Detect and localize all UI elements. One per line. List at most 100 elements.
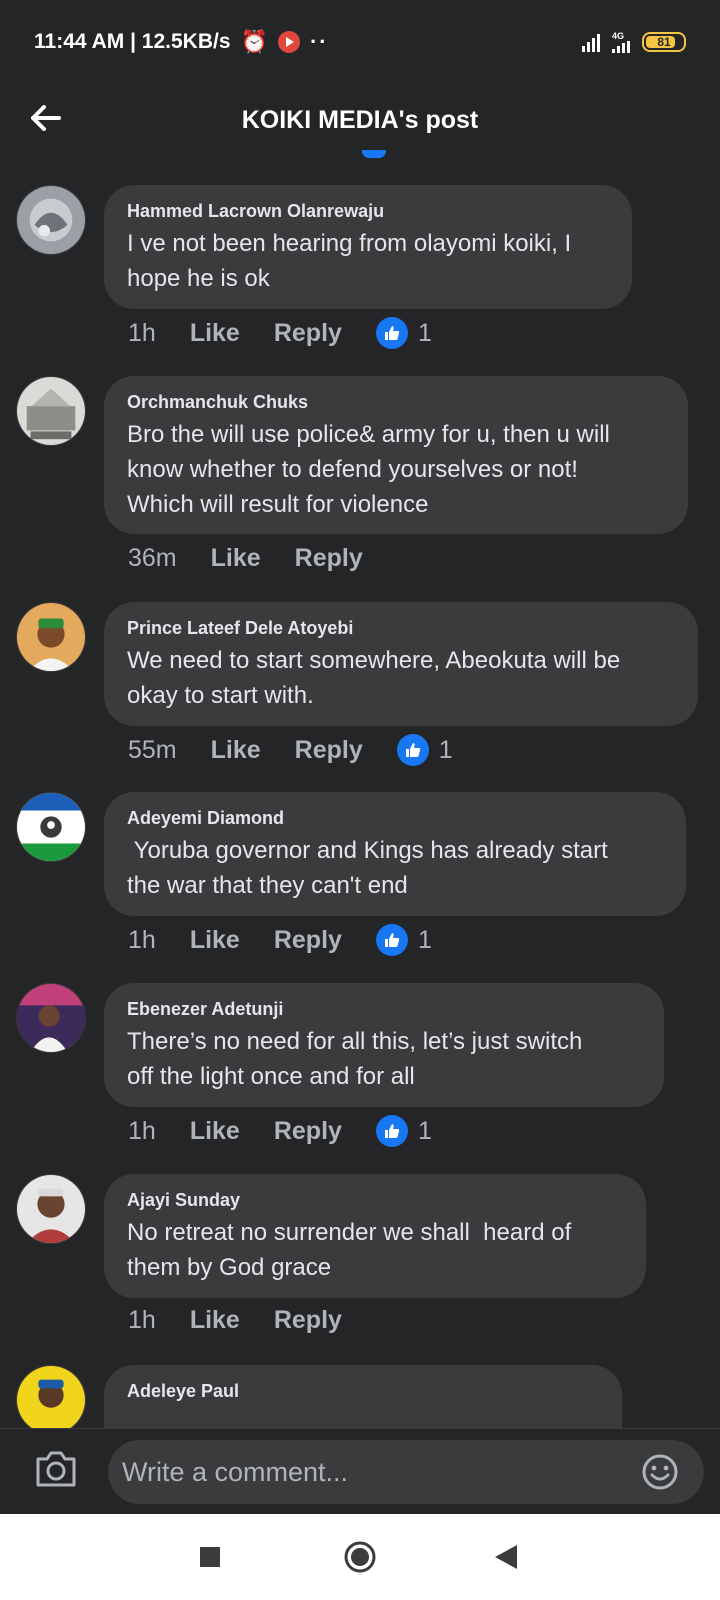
avatar[interactable] [16,983,86,1053]
avatar[interactable] [16,376,86,446]
comment-author[interactable]: Orchmanchuk Chuks [127,392,666,413]
comment-text: We need to start somewhere, Abeokuta wil… [127,647,621,709]
comment-bubble[interactable]: Ebenezer Adetunji There’s no need for al… [104,983,664,1107]
camera-icon [36,1451,76,1487]
comment-bubble[interactable]: Adeyemi Diamond Yoruba governor and King… [104,792,686,916]
comment-time[interactable]: 1h [128,319,156,348]
like-button[interactable]: Like [211,736,261,765]
thumbs-up-icon [375,1115,408,1147]
back-nav-button[interactable] [488,1539,524,1575]
home-button[interactable] [342,1539,378,1575]
comment-actions: 55m Like Reply 1 [128,734,453,766]
system-nav-bar [0,1514,720,1600]
comment-author[interactable]: Ajayi Sunday [127,1190,624,1211]
comment-bubble[interactable]: Orchmanchuk Chuks Bro the will use polic… [104,376,688,534]
comment-text: Bro the will use police& army for u, the… [127,421,610,518]
signal-icon [582,32,600,52]
comment-time[interactable]: 1h [128,926,156,955]
comment-input[interactable] [108,1440,704,1504]
like-button[interactable]: Like [211,544,261,573]
comment-composer [0,1428,720,1514]
like-button[interactable]: Like [190,1306,240,1335]
comment-bubble[interactable]: Prince Lateef Dele Atoyebi We need to st… [104,602,698,726]
reply-button[interactable]: Reply [274,1306,342,1335]
reaction-peek [362,150,386,158]
camera-button[interactable] [34,1449,78,1489]
reaction-count[interactable]: 1 [375,924,432,956]
post-header: KOIKI MEDIA's post [0,84,720,156]
avatar-image [17,186,85,254]
comment-author[interactable]: Hammed Lacrown Olanrewaju [127,201,610,222]
smiley-icon [642,1454,678,1490]
screen-record-icon [277,31,300,53]
avatar[interactable] [16,185,86,255]
comment-time[interactable]: 55m [128,736,177,765]
recents-button[interactable] [192,1539,228,1575]
reaction-number: 1 [417,925,432,954]
avatar-image [17,377,85,445]
thumbs-up-icon [375,317,408,349]
comment-actions: 1h Like Reply 1 [128,1115,432,1147]
reaction-number: 1 [417,318,432,347]
comment-text: I ve not been hearing from olayomi koiki… [127,230,572,292]
circle-icon [344,1541,376,1573]
comment-author[interactable]: Adeyemi Diamond [127,808,664,829]
avatar[interactable] [16,602,86,672]
comment-bubble[interactable]: Hammed Lacrown Olanrewaju I ve not been … [104,185,632,309]
reply-button[interactable]: Reply [295,736,363,765]
reaction-number: 1 [417,1116,432,1145]
battery-icon: 81 [642,32,686,52]
avatar-image [17,1175,85,1243]
network-type: 4G [612,30,625,41]
comment-actions: 1h Like Reply 1 [128,924,432,956]
status-bar: 11:44 AM | 12.5KB/s ⏰ ·· 4G 81 [0,0,720,84]
avatar-image [17,603,85,671]
avatar[interactable] [16,792,86,862]
comment-actions: 1h Like Reply 1 [128,317,432,349]
comment-actions: 1h Like Reply [128,1306,376,1335]
status-right: 4G 81 [582,30,686,53]
reaction-count[interactable]: 1 [375,317,432,349]
battery-level: 81 [657,35,671,49]
avatar-image [17,1366,85,1428]
reply-button[interactable]: Reply [295,544,363,573]
comment-actions: 36m Like Reply [128,544,397,573]
thumbs-up-icon [375,924,408,956]
reaction-number: 1 [438,735,453,764]
reply-button[interactable]: Reply [274,926,342,955]
reply-button[interactable]: Reply [274,319,342,348]
comment-author[interactable]: Ebenezer Adetunji [127,999,642,1020]
comment-bubble[interactable]: Adeleye Paul [104,1365,622,1428]
avatar[interactable] [16,1365,86,1428]
alarm-clock-icon: ⏰ [240,29,268,54]
arrow-left-icon [31,105,61,131]
like-button[interactable]: Like [190,926,240,955]
avatar[interactable] [16,1174,86,1244]
comment-time[interactable]: 1h [128,1117,156,1146]
page-title: KOIKI MEDIA's post [241,105,479,134]
reaction-count[interactable]: 1 [396,734,453,766]
comment-text: There’s no need for all this, let’s just… [127,1028,583,1090]
like-button[interactable]: Like [190,1117,240,1146]
triangle-back-icon [495,1545,517,1569]
comment-author[interactable]: Prince Lateef Dele Atoyebi [127,618,676,639]
reaction-count[interactable]: 1 [375,1115,432,1147]
more-notifications-icon: ·· [309,29,329,54]
back-button[interactable] [26,98,66,138]
comments-list[interactable]: Hammed Lacrown Olanrewaju I ve not been … [0,160,720,1428]
signal-icon-2 [612,40,630,53]
avatar-image [17,793,85,861]
comment-author[interactable]: Adeleye Paul [127,1381,600,1402]
comment-time[interactable]: 36m [128,544,177,573]
status-time-speed: 11:44 AM | 12.5KB/s [34,30,231,53]
comment-time[interactable]: 1h [128,1306,156,1335]
status-left: 11:44 AM | 12.5KB/s ⏰ ·· [34,29,329,55]
emoji-button[interactable] [641,1453,679,1491]
like-button[interactable]: Like [190,319,240,348]
comment-text: No retreat no surrender we shall heard o… [127,1219,572,1281]
comment-text: Yoruba governor and Kings has already st… [127,837,608,899]
comment-bubble[interactable]: Ajayi Sunday No retreat no surrender we … [104,1174,646,1298]
thumbs-up-icon [396,734,429,766]
square-icon [200,1547,220,1567]
reply-button[interactable]: Reply [274,1117,342,1146]
